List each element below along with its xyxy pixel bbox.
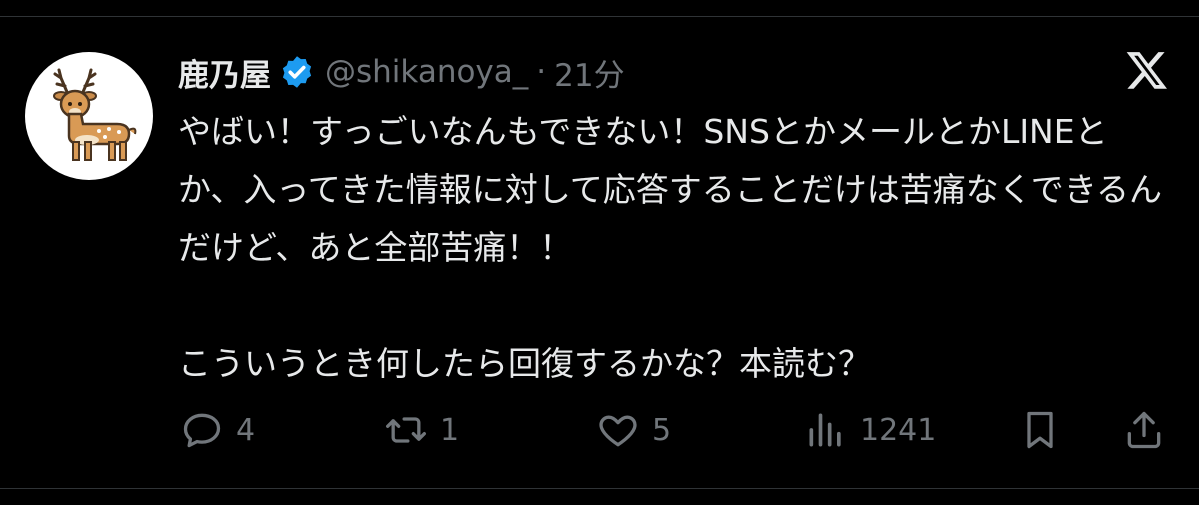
reply-button[interactable]: 4 — [180, 400, 255, 460]
tweet-text: やばい！すっごいなんもできない！SNSとかメールとかLINEとか、入ってきた情報… — [178, 112, 1163, 383]
deer-avatar-icon — [53, 68, 137, 161]
timestamp[interactable]: 21分 — [554, 50, 624, 95]
x-logo-icon[interactable] — [1125, 48, 1169, 92]
tweet-card: 鹿乃屋 @shikanoya_ · 21分 やばい！すっごいなんもできない！SN… — [0, 0, 1199, 505]
action-bar: 4 1 5 1241 — [0, 400, 1199, 460]
retweet-button[interactable]: 1 — [384, 400, 459, 460]
share-button[interactable] — [1122, 400, 1166, 460]
user-handle[interactable]: @shikanoya_ — [325, 54, 528, 90]
views-button[interactable]: 1241 — [804, 400, 936, 460]
avatar[interactable] — [25, 52, 153, 180]
separator-dot: · — [536, 54, 547, 90]
bookmark-button[interactable] — [1018, 400, 1062, 460]
bottom-divider — [0, 488, 1199, 489]
reply-icon — [183, 413, 221, 448]
top-divider — [0, 16, 1199, 17]
like-button[interactable]: 5 — [596, 400, 671, 460]
views-count: 1241 — [860, 412, 937, 448]
reply-count: 4 — [236, 412, 256, 448]
share-icon — [1127, 411, 1161, 449]
views-chart-icon — [809, 413, 841, 447]
verified-badge-icon — [279, 54, 315, 90]
display-name[interactable]: 鹿乃屋 — [178, 50, 271, 95]
retweet-icon — [386, 417, 426, 443]
tweet-header: 鹿乃屋 @shikanoya_ · 21分 — [178, 48, 625, 96]
heart-icon — [599, 415, 637, 447]
bookmark-icon — [1027, 411, 1053, 449]
retweet-count: 1 — [440, 412, 460, 448]
like-count: 5 — [652, 412, 672, 448]
